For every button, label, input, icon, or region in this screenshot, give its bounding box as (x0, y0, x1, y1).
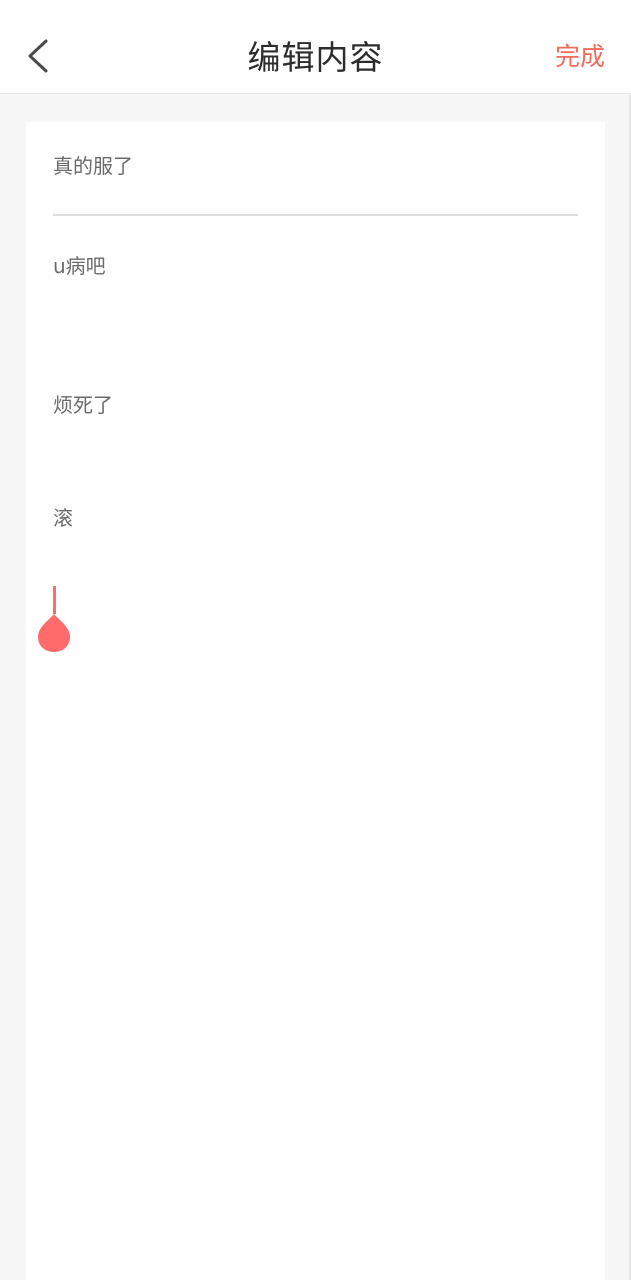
text-cursor (53, 586, 56, 614)
cursor-handle-icon[interactable] (37, 612, 71, 652)
title-input[interactable]: 真的服了 (53, 152, 578, 216)
back-button[interactable] (18, 34, 58, 78)
content-textarea[interactable]: u病吧 烦死了 滚 (53, 248, 578, 748)
done-button[interactable]: 完成 (555, 42, 605, 72)
title-input-value: 真的服了 (53, 154, 133, 178)
page-title: 编辑内容 (247, 38, 384, 77)
app-header: 编辑内容 完成 (0, 0, 631, 94)
editor-card: 真的服了 u病吧 烦死了 滚 (26, 122, 605, 1280)
content-line: 滚 (53, 506, 73, 530)
chevron-left-icon (28, 39, 48, 73)
content-line: u病吧 (53, 254, 106, 278)
content-line: 烦死了 (53, 393, 113, 417)
